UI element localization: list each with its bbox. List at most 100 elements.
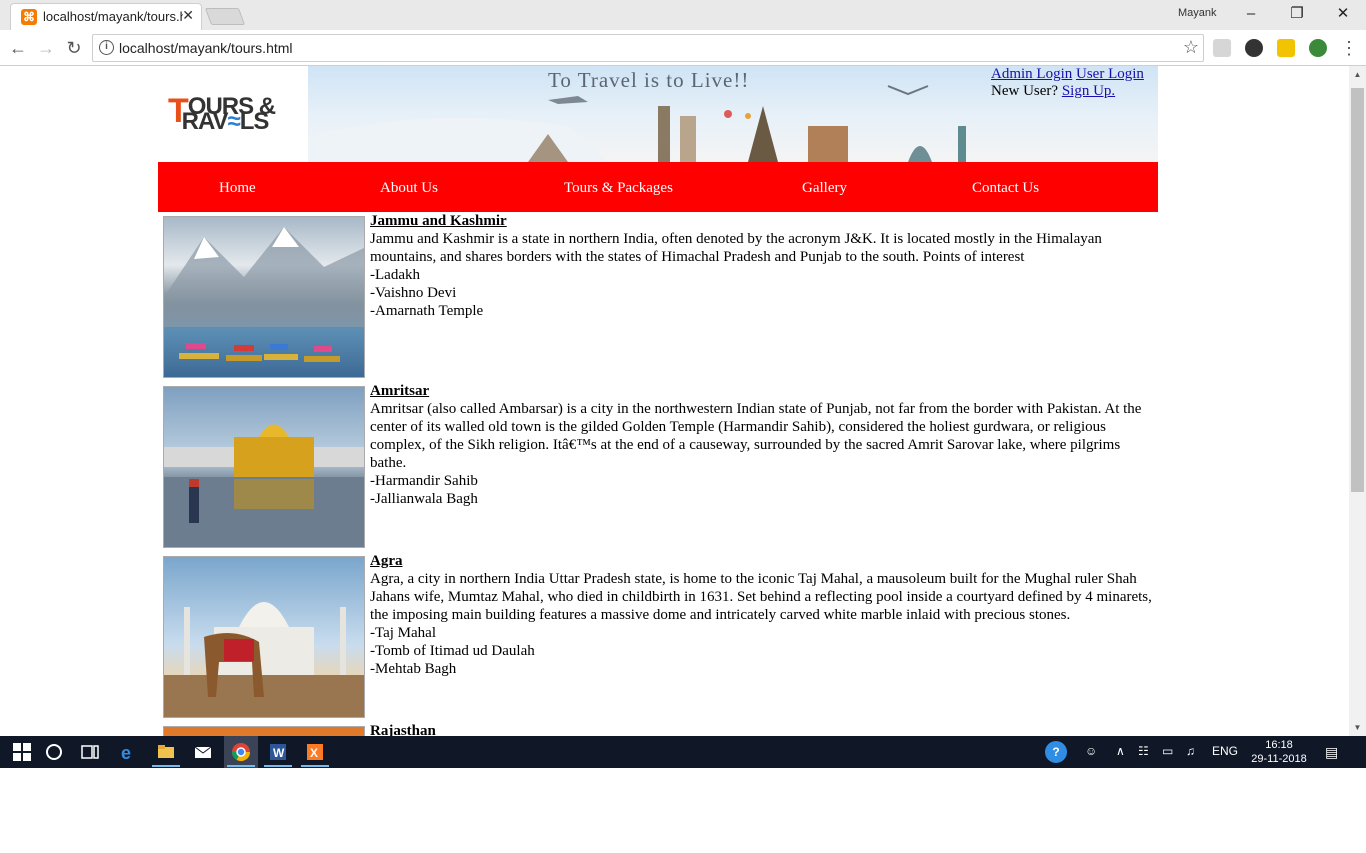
restore-icon[interactable]: ❐	[1274, 2, 1320, 26]
profile-name[interactable]: Mayank	[1178, 7, 1217, 19]
address-bar[interactable]: i localhost/mayank/tours.html ☆	[92, 34, 1204, 62]
help-icon[interactable]: ?	[1045, 741, 1067, 763]
site-container: TOURS & TRAV≈LS To Travel is to Live!!	[158, 66, 1158, 736]
back-arrow-icon[interactable]: ←	[6, 36, 30, 60]
point-of-interest: -Amarnath Temple	[370, 303, 484, 319]
windows-taskbar: e W X ? ☺ ∧ ☷ ▭ ♫ ENG 16:18 29-11-2018 ▤	[0, 736, 1366, 768]
golden-temple-scene	[164, 424, 364, 547]
notes-extension-icon[interactable]	[1277, 39, 1295, 57]
search-cortana-icon[interactable]	[44, 742, 64, 762]
xampp-icon[interactable]: X	[305, 742, 325, 762]
browser-toolbar: ← → ↻ i localhost/mayank/tours.html ☆ ⋮	[0, 30, 1366, 66]
page-viewport: TOURS & TRAV≈LS To Travel is to Live!!	[0, 66, 1349, 736]
minimize-icon[interactable]: –	[1228, 2, 1274, 26]
site-logo[interactable]: TOURS & TRAV≈LS	[158, 66, 308, 162]
notifications-icon[interactable]: ▤	[1325, 744, 1338, 761]
user-login-link[interactable]: User Login	[1076, 66, 1144, 82]
new-tab-button[interactable]	[204, 8, 246, 25]
destination-text: Rajasthan	[370, 722, 1156, 736]
scroll-up-icon[interactable]: ▲	[1349, 66, 1366, 83]
globe-extension-icon[interactable]	[1309, 39, 1327, 57]
site-info-icon[interactable]: i	[99, 40, 114, 55]
volume-icon[interactable]: ♫	[1186, 744, 1195, 758]
incognito-extension-icon[interactable]	[1245, 39, 1263, 57]
chrome-icon[interactable]	[231, 742, 251, 762]
wifi-icon[interactable]: ☷	[1138, 744, 1149, 758]
kashmir-image	[163, 216, 365, 378]
language-indicator[interactable]: ENG	[1212, 744, 1238, 758]
taj-mahal-scene	[164, 602, 364, 717]
kashmir-scene	[164, 227, 364, 362]
agra-image	[163, 556, 365, 718]
forward-arrow-icon[interactable]: →	[34, 36, 58, 60]
nav-about-us[interactable]: About Us	[380, 180, 438, 197]
destination-item: Agra Agra, a city in northern India Utta…	[158, 552, 1158, 722]
site-header: TOURS & TRAV≈LS To Travel is to Live!!	[158, 66, 1158, 162]
point-of-interest: -Ladakh	[370, 267, 420, 283]
destination-item: Jammu and Kashmir Jammu and Kashmir is a…	[158, 212, 1158, 382]
people-icon[interactable]: ☺	[1085, 744, 1097, 758]
nav-contact-us[interactable]: Contact Us	[972, 180, 1039, 197]
word-icon[interactable]: W	[268, 742, 288, 762]
destination-item: Amritsar Amritsar (also called Ambarsar)…	[158, 382, 1158, 552]
svg-text:X: X	[310, 746, 318, 760]
chrome-active-indicator	[227, 765, 255, 767]
destination-item: Rajasthan	[158, 722, 1158, 736]
windows-start-icon[interactable]	[12, 742, 32, 762]
new-user-label: New User?	[991, 83, 1059, 99]
scroll-thumb[interactable]	[1351, 88, 1364, 492]
main-navbar: Home About Us Tours & Packages Gallery C…	[158, 162, 1158, 212]
destination-title[interactable]: Rajasthan	[370, 722, 1156, 736]
system-clock[interactable]: 16:18 29-11-2018	[1244, 738, 1314, 766]
pdf-extension-icon[interactable]	[1213, 39, 1231, 57]
svg-text:W: W	[273, 746, 285, 760]
mail-icon[interactable]	[193, 742, 213, 762]
clock-time: 16:18	[1265, 739, 1293, 751]
point-of-interest: -Mehtab Bagh	[370, 661, 457, 677]
destination-title[interactable]: Agra	[370, 552, 1156, 570]
nav-gallery[interactable]: Gallery	[802, 180, 847, 197]
xampp-favicon-icon: ⌘	[21, 9, 37, 25]
svg-text:e: e	[121, 743, 131, 762]
sign-up-link[interactable]: Sign Up.	[1062, 83, 1115, 99]
amritsar-image	[163, 386, 365, 548]
point-of-interest: -Tomb of Itimad ud Daulah	[370, 643, 535, 659]
destination-text: Amritsar Amritsar (also called Ambarsar)…	[370, 382, 1156, 508]
point-of-interest: -Taj Mahal	[370, 625, 437, 641]
close-tab-icon[interactable]: ✕	[182, 7, 194, 24]
nav-home[interactable]: Home	[219, 180, 256, 197]
explorer-active-indicator	[152, 765, 180, 767]
nav-tours-packages[interactable]: Tours & Packages	[564, 180, 673, 197]
destination-text: Jammu and Kashmir Jammu and Kashmir is a…	[370, 212, 1156, 320]
logo-line2: TRAV≈LS	[181, 108, 270, 135]
battery-icon[interactable]: ▭	[1162, 744, 1173, 758]
destination-text: Agra Agra, a city in northern India Utta…	[370, 552, 1156, 678]
task-view-icon[interactable]	[80, 742, 100, 762]
menu-dots-icon[interactable]: ⋮	[1337, 36, 1361, 60]
admin-login-link[interactable]: Admin Login	[991, 66, 1072, 82]
point-of-interest: -Vaishno Devi	[370, 285, 457, 301]
tab-title: localhost/mayank/tours.h	[43, 9, 183, 24]
browser-tab[interactable]: ⌘ localhost/mayank/tours.h ✕	[10, 3, 202, 30]
destination-description: Amritsar (also called Ambarsar) is a cit…	[370, 401, 1142, 471]
url-text[interactable]: localhost/mayank/tours.html	[119, 40, 293, 56]
word-active-indicator	[264, 765, 292, 767]
destination-description: Agra, a city in northern India Uttar Pra…	[370, 571, 1152, 623]
chevron-up-icon[interactable]: ∧	[1116, 744, 1125, 758]
clock-date: 29-11-2018	[1251, 753, 1307, 765]
point-of-interest: -Harmandir Sahib	[370, 473, 478, 489]
reload-icon[interactable]: ↻	[62, 36, 86, 60]
edge-browser-icon[interactable]: e	[118, 742, 138, 762]
bookmark-star-icon[interactable]: ☆	[1183, 37, 1199, 58]
browser-titlebar: ⌘ localhost/mayank/tours.h ✕ Mayank – ❐ …	[0, 0, 1366, 30]
rajasthan-image	[163, 726, 365, 736]
destination-title[interactable]: Amritsar	[370, 382, 1156, 400]
point-of-interest: -Jallianwala Bagh	[370, 491, 478, 507]
xampp-active-indicator	[301, 765, 329, 767]
destination-title[interactable]: Jammu and Kashmir	[370, 212, 1156, 230]
close-window-icon[interactable]: ✕	[1320, 2, 1366, 26]
page-scrollbar[interactable]: ▲ ▼	[1349, 66, 1366, 736]
destination-description: Jammu and Kashmir is a state in northern…	[370, 231, 1102, 265]
scroll-down-icon[interactable]: ▼	[1349, 719, 1366, 736]
file-explorer-icon[interactable]	[156, 742, 176, 762]
